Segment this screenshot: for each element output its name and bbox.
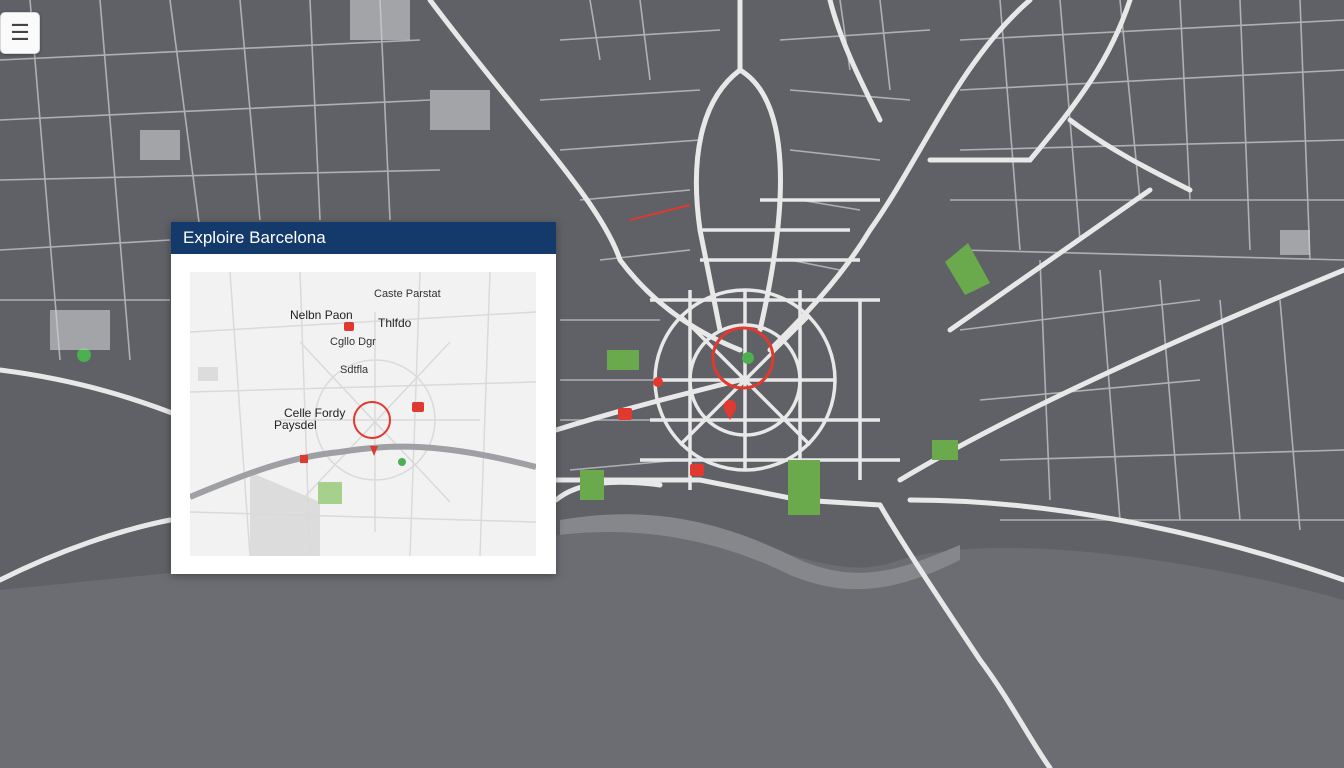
panel-title: Exploire Barcelona xyxy=(171,222,556,254)
preview-map-svg xyxy=(190,272,536,556)
menu-icon: ☰ xyxy=(10,20,30,45)
preview-label: Cgllo Dgr xyxy=(330,336,376,348)
preview-label: Caste Parstat xyxy=(374,288,441,300)
preview-label: Paysdel xyxy=(274,418,317,432)
preview-map[interactable]: Caste Parstat Nelbn Paon Thlfdo Cgllo Dg… xyxy=(190,272,536,556)
preview-label: Nelbn Paon xyxy=(290,308,353,322)
explore-panel: Exploire Barcelona Caste Parstat Nelbn P… xyxy=(171,222,556,574)
menu-button[interactable]: ☰ xyxy=(0,12,40,54)
preview-label: Thlfdo xyxy=(378,316,412,330)
preview-label: Sdtfla xyxy=(340,364,369,376)
